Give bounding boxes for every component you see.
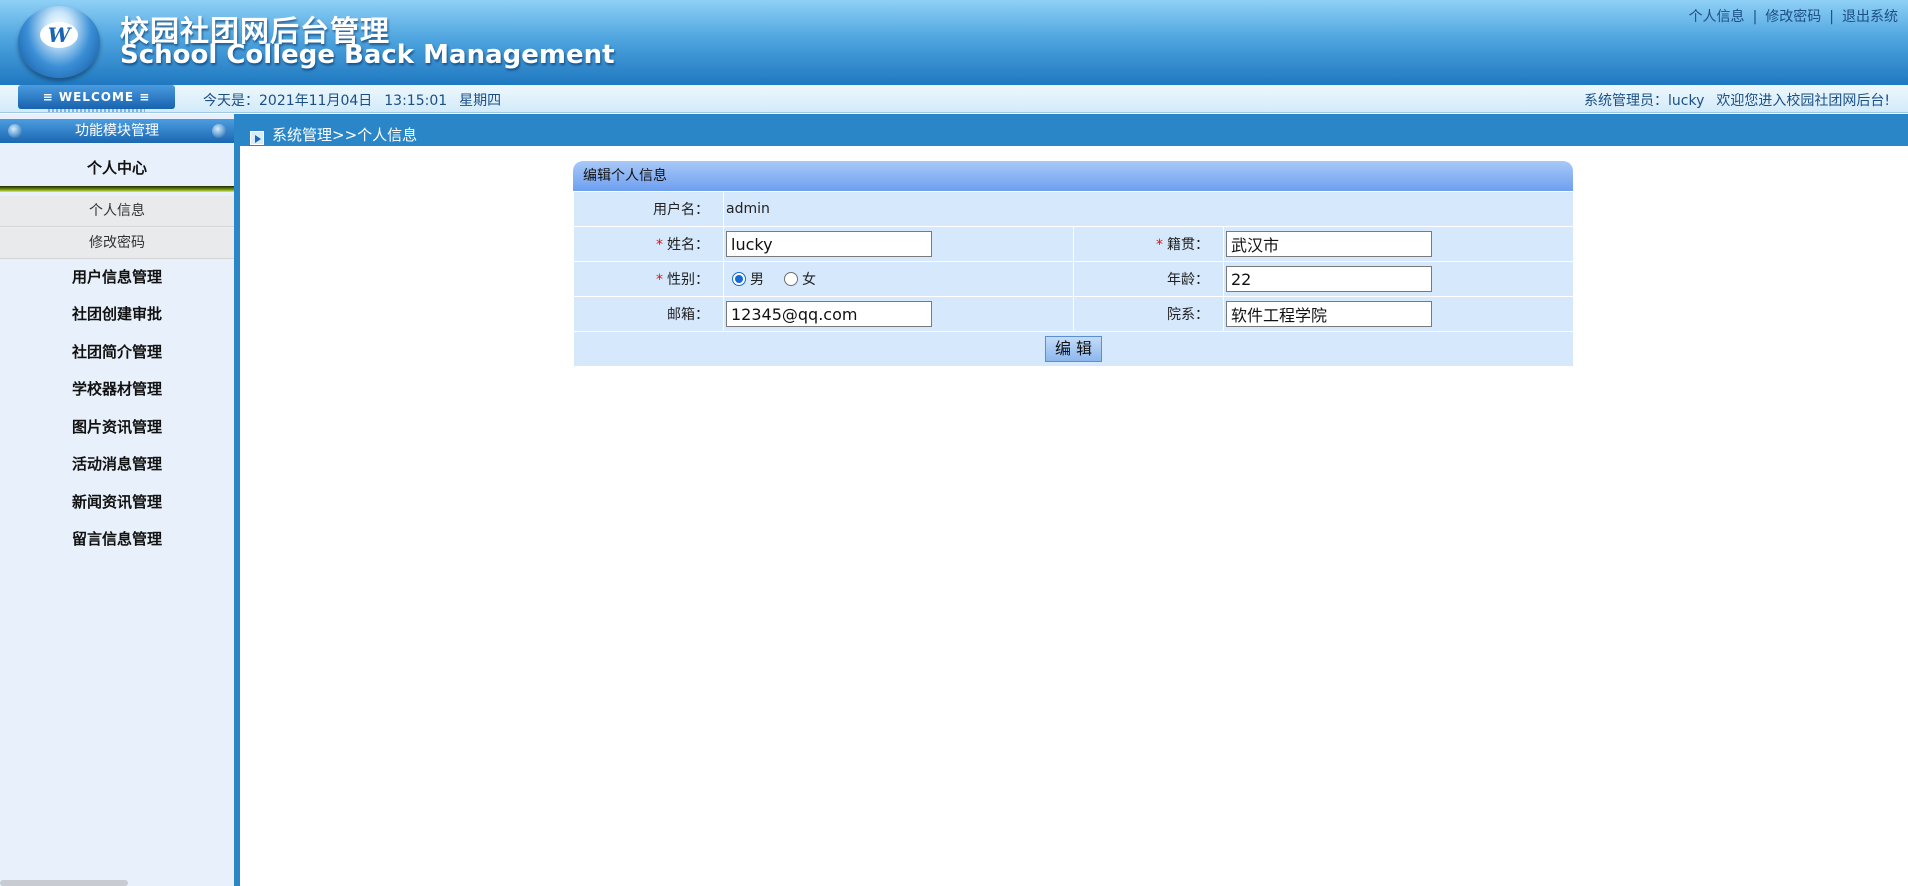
form-row: 编 辑 [573,331,1574,367]
link-separator: | [1752,9,1758,25]
native-cell [1223,226,1574,262]
admin-name: 系统管理员：lucky [1584,93,1705,109]
knob-icon [212,124,226,138]
sidebar-sub-item-change-password[interactable]: 修改密码 [0,228,234,259]
welcome-badge: ≡ WELCOME ≡ [18,85,175,112]
gender-label-cell: * 性别： [573,261,724,297]
email-label: 邮箱： [573,296,724,332]
today-weekday: 星期四 [459,93,502,109]
required-mark: * [656,237,663,253]
name-input[interactable] [726,231,932,257]
email-input[interactable] [726,301,932,327]
edit-profile-panel: 编辑个人信息 用户名： admin *姓名： *籍贯： *性别： 男女 年龄： … [573,161,1574,367]
department-input[interactable] [1226,301,1432,327]
username-value: admin [723,191,1574,227]
dept-label: 院系： [1073,296,1224,332]
name-label-cell: * 姓名： [573,226,724,262]
name-label: 姓名： [667,237,709,253]
sidebar-item-equipment[interactable]: 学校器材管理 [0,374,234,404]
link-separator: | [1829,9,1834,25]
breadcrumb: 系统管理>>个人信息 [272,126,418,144]
username-label: 用户名： [573,191,724,227]
sidebar-item-club-approval[interactable]: 社团创建审批 [0,299,234,329]
welcome-greeting: 欢迎您进入校园社团网后台! [1716,93,1890,109]
sidebar-group-personal-center[interactable]: 个人中心 [0,155,234,181]
admin-info: 系统管理员：lucky 欢迎您进入校园社团网后台! [1572,90,1890,110]
submit-cell: 编 辑 [573,331,1574,367]
sidebar-title-label: 功能模块管理 [75,123,159,139]
gender-female-label: 女 [802,272,816,288]
age-input[interactable] [1226,266,1432,292]
sidebar-item-activity[interactable]: 活动消息管理 [0,449,234,479]
logo-letter: W [40,22,78,48]
native-place-input[interactable] [1226,231,1432,257]
sidebar: 功能模块管理 个人中心 个人信息 修改密码 用户信息管理 社团创建审批 社团简介… [0,114,234,886]
content-header-bar [240,114,1908,146]
form-row: 邮箱： 院系： [573,296,1574,332]
profile-form: 用户名： admin *姓名： *籍贯： *性别： 男女 年龄： 邮箱： 院系：… [573,191,1574,367]
current-date: 今天是：2021年11月04日 13:15:01 星期四 [203,90,513,110]
knob-icon [8,124,22,138]
sidebar-item-club-intro[interactable]: 社团简介管理 [0,337,234,367]
name-cell [723,226,1074,262]
link-personal-info[interactable]: 个人信息 [1689,9,1745,25]
email-cell [723,296,1074,332]
sidebar-group-divider [0,186,234,192]
required-mark: * [1156,237,1163,253]
today-time: 13:15:01 [384,93,448,109]
site-title-en: School College Back Management [120,40,615,70]
gender-label: 性别： [667,272,709,288]
sidebar-title: 功能模块管理 [0,119,234,143]
top-header: W 校园社团网后台管理 School College Back Manageme… [0,0,1908,85]
logo: W [18,6,100,78]
welcome-badge-dots [48,109,145,112]
panel-title: 编辑个人信息 [573,161,1573,191]
form-row: * 性别： 男女 年龄： [573,261,1574,297]
sidebar-item-photo-news[interactable]: 图片资讯管理 [0,412,234,442]
link-logout[interactable]: 退出系统 [1842,9,1898,25]
gender-male-radio[interactable] [732,272,746,286]
sidebar-item-news[interactable]: 新闻资讯管理 [0,487,234,517]
gender-cell: 男女 [723,261,1074,297]
arrow-icon [250,131,264,145]
form-row: *姓名： *籍贯： [573,226,1574,262]
gender-female-radio[interactable] [784,272,798,286]
form-row: 用户名： admin [573,191,1574,227]
native-label-cell: * 籍贯： [1073,226,1224,262]
sidebar-item-user-info[interactable]: 用户信息管理 [0,262,234,292]
native-label: 籍贯： [1167,237,1209,253]
sidebar-item-messages[interactable]: 留言信息管理 [0,524,234,554]
sidebar-scrollbar[interactable] [0,880,128,886]
sidebar-sub-item-personal-info[interactable]: 个人信息 [0,196,234,227]
link-change-password[interactable]: 修改密码 [1765,9,1821,25]
gender-male-label: 男 [750,272,764,288]
welcome-badge-label: ≡ WELCOME ≡ [42,90,151,104]
welcome-bar: ≡ WELCOME ≡ 今天是：2021年11月04日 13:15:01 星期四 系… [0,85,1908,113]
age-cell [1223,261,1574,297]
today-date: 今天是：2021年11月04日 [203,93,373,109]
required-mark: * [656,272,663,288]
top-links: 个人信息 | 修改密码 | 退出系统 [1689,6,1898,26]
age-label: 年龄： [1073,261,1224,297]
edit-submit-button[interactable]: 编 辑 [1045,336,1102,362]
dept-cell [1223,296,1574,332]
